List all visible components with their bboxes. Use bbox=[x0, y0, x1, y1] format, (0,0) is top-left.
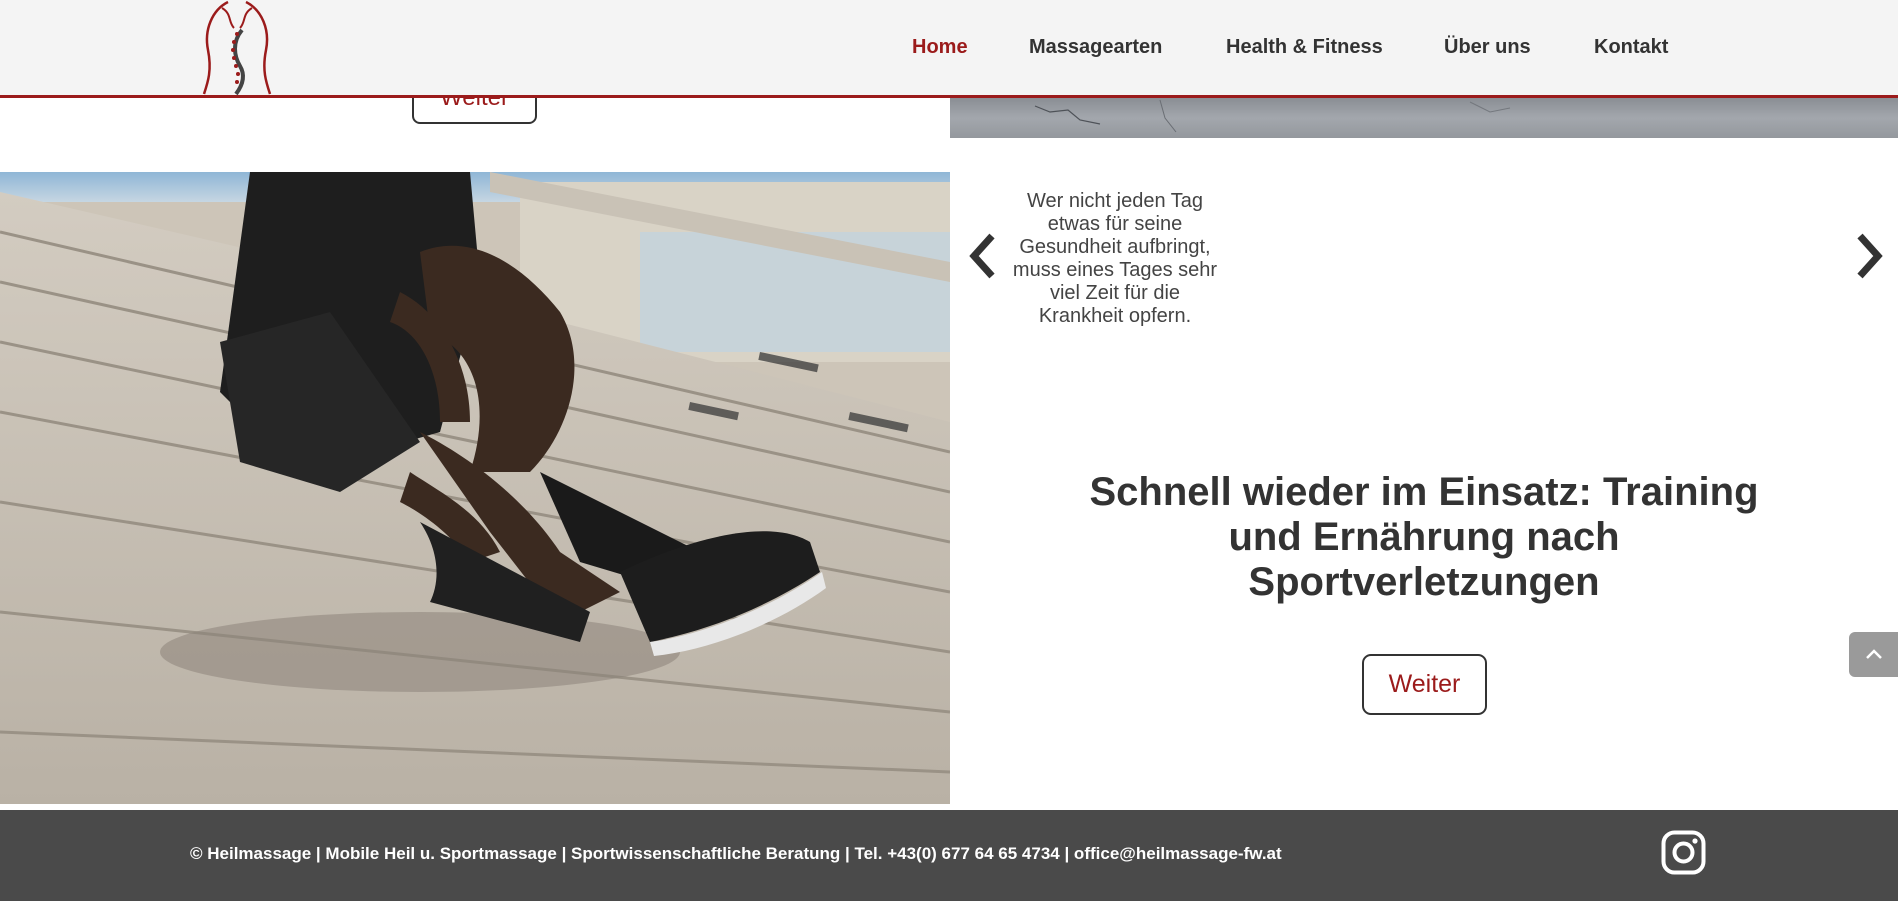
weiter-button[interactable]: Weiter bbox=[1362, 654, 1487, 715]
footer-contact-text: © Heilmassage | Mobile Heil u. Sportmass… bbox=[190, 844, 1282, 863]
nav-item-health-fitness[interactable]: Health & Fitness bbox=[1226, 36, 1383, 59]
previous-article-image bbox=[950, 98, 1898, 138]
article-headline: Schnell wieder im Einsatz: Training und … bbox=[1089, 470, 1759, 604]
chevron-right-icon[interactable] bbox=[1854, 232, 1886, 280]
chevron-left-icon[interactable] bbox=[966, 232, 998, 280]
nav-item-home[interactable]: Home bbox=[912, 36, 968, 59]
instagram-icon[interactable] bbox=[1661, 830, 1706, 875]
main-navigation: Home Massagearten Health & Fitness Über … bbox=[0, 36, 1898, 64]
sports-injury-photo bbox=[0, 172, 950, 804]
pavement-crack-image bbox=[1034, 99, 1511, 133]
site-header: Home Massagearten Health & Fitness Über … bbox=[0, 0, 1898, 98]
site-footer: © Heilmassage | Mobile Heil u. Sportmass… bbox=[0, 810, 1898, 901]
nav-item-kontakt[interactable]: Kontakt bbox=[1594, 36, 1668, 59]
nav-item-massagearten[interactable]: Massagearten bbox=[1029, 36, 1162, 59]
nav-item-ueber-uns[interactable]: Über uns bbox=[1444, 36, 1531, 59]
slider-quote: Wer nicht jeden Tag etwas für seine Gesu… bbox=[1012, 190, 1218, 327]
athlete-on-stairs-illustration bbox=[0, 172, 950, 804]
scroll-to-top-button[interactable] bbox=[1849, 632, 1898, 677]
chevron-up-icon bbox=[1866, 649, 1882, 659]
